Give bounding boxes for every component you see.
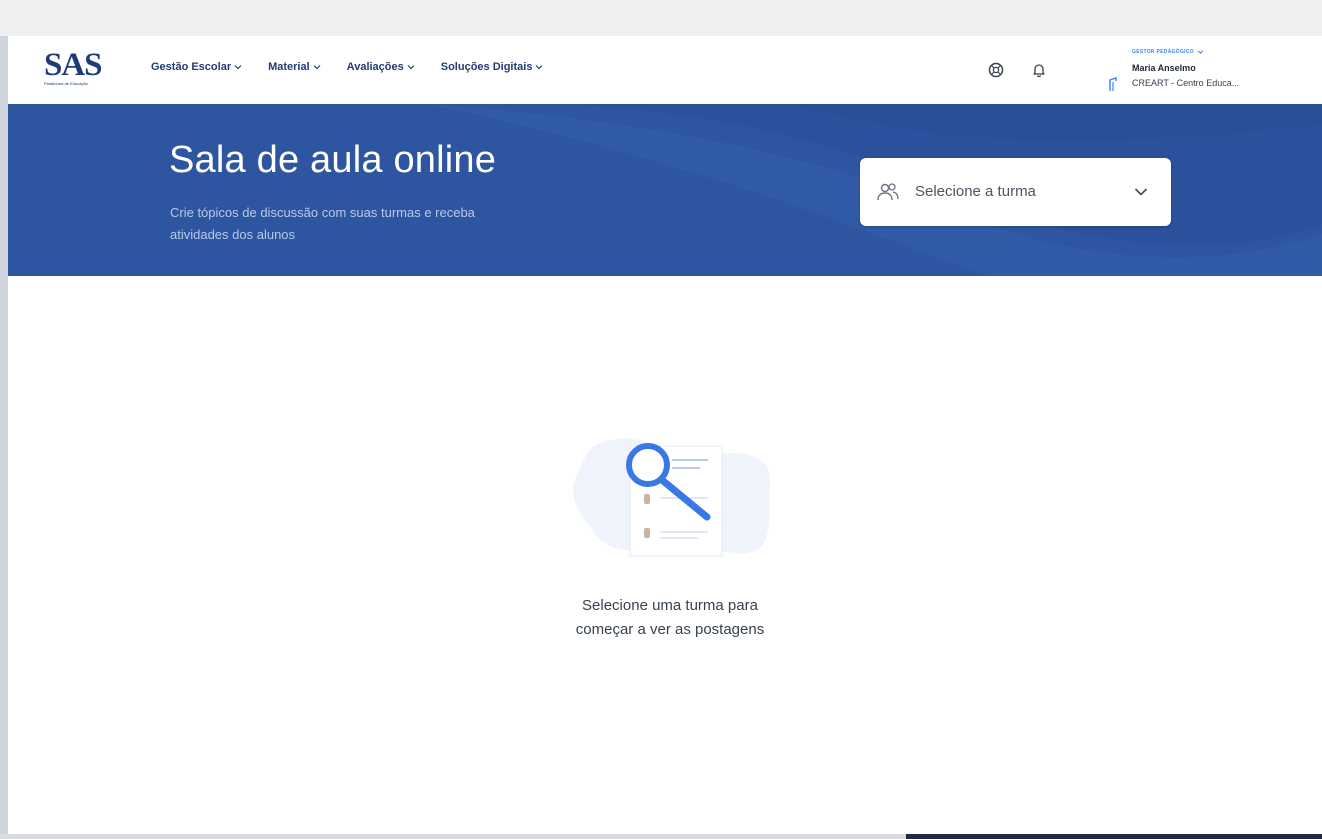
top-header: SAS Plataforma de Educação Gestão Escola… bbox=[8, 36, 1322, 104]
nav-gestao-escolar[interactable]: Gestão Escolar bbox=[151, 61, 242, 73]
chevron-down-icon bbox=[407, 65, 415, 70]
chevron-down-icon bbox=[536, 65, 543, 70]
nav-solucoes-digitais[interactable]: Soluções Digitais bbox=[441, 61, 544, 73]
bell-icon[interactable] bbox=[1031, 62, 1047, 78]
left-edge-strip bbox=[0, 36, 8, 839]
users-icon bbox=[877, 183, 899, 201]
class-select[interactable]: Selecione a turma bbox=[860, 158, 1171, 226]
logo-subtitle: Plataforma de Educação bbox=[44, 81, 88, 86]
chevron-down-icon bbox=[234, 65, 242, 70]
nav-avaliacoes[interactable]: Avaliações bbox=[347, 61, 415, 73]
role-label: GESTOR PEDAGÓGICO bbox=[1132, 49, 1194, 55]
app-window: SAS Plataforma de Educação Gestão Escola… bbox=[8, 36, 1322, 834]
profile-role: GESTOR PEDAGÓGICO bbox=[1132, 49, 1204, 55]
profile-name: Maria Anselmo bbox=[1132, 63, 1196, 73]
nav-label: Material bbox=[268, 61, 310, 73]
empty-state-message: Selecione uma turma para começar a ver a… bbox=[465, 594, 875, 642]
bottom-edge-right bbox=[906, 834, 1322, 839]
screen: SAS Plataforma de Educação Gestão Escola… bbox=[0, 0, 1322, 839]
chevron-down-icon bbox=[1135, 188, 1147, 196]
bottom-edge-left bbox=[0, 834, 906, 839]
empty-line-1: Selecione uma turma para bbox=[582, 597, 758, 614]
chevron-down-icon bbox=[313, 65, 321, 70]
browser-top-strip bbox=[0, 0, 1322, 36]
profile-menu[interactable]: GESTOR PEDAGÓGICO Maria Anselmo CREART -… bbox=[1108, 48, 1313, 94]
sas-logo[interactable]: SAS Plataforma de Educação bbox=[44, 48, 114, 92]
nav-label: Soluções Digitais bbox=[440, 61, 533, 73]
profile-school: CREART - Centro Educa... bbox=[1132, 78, 1240, 88]
nav-material[interactable]: Material bbox=[268, 61, 321, 73]
nav-label: Gestão Escolar bbox=[151, 61, 232, 73]
page-title: Sala de aula online bbox=[169, 139, 497, 181]
help-icon[interactable] bbox=[988, 62, 1004, 78]
page-subtitle: Crie tópicos de discussão com suas turma… bbox=[170, 205, 475, 242]
main-nav: Gestão Escolar Material Avaliações Soluç… bbox=[151, 61, 569, 73]
empty-line-2: começar a ver as postagens bbox=[575, 621, 765, 638]
school-icon bbox=[1109, 77, 1117, 91]
magnifier-document-illustration bbox=[573, 438, 771, 557]
nav-label: Avaliações bbox=[346, 61, 404, 73]
chevron-down-icon bbox=[1197, 50, 1204, 54]
page-banner: Sala de aula online Crie tópicos de disc… bbox=[8, 104, 1322, 276]
logo-mark: SAS bbox=[44, 47, 103, 83]
class-select-placeholder: Selecione a turma bbox=[915, 183, 1036, 200]
